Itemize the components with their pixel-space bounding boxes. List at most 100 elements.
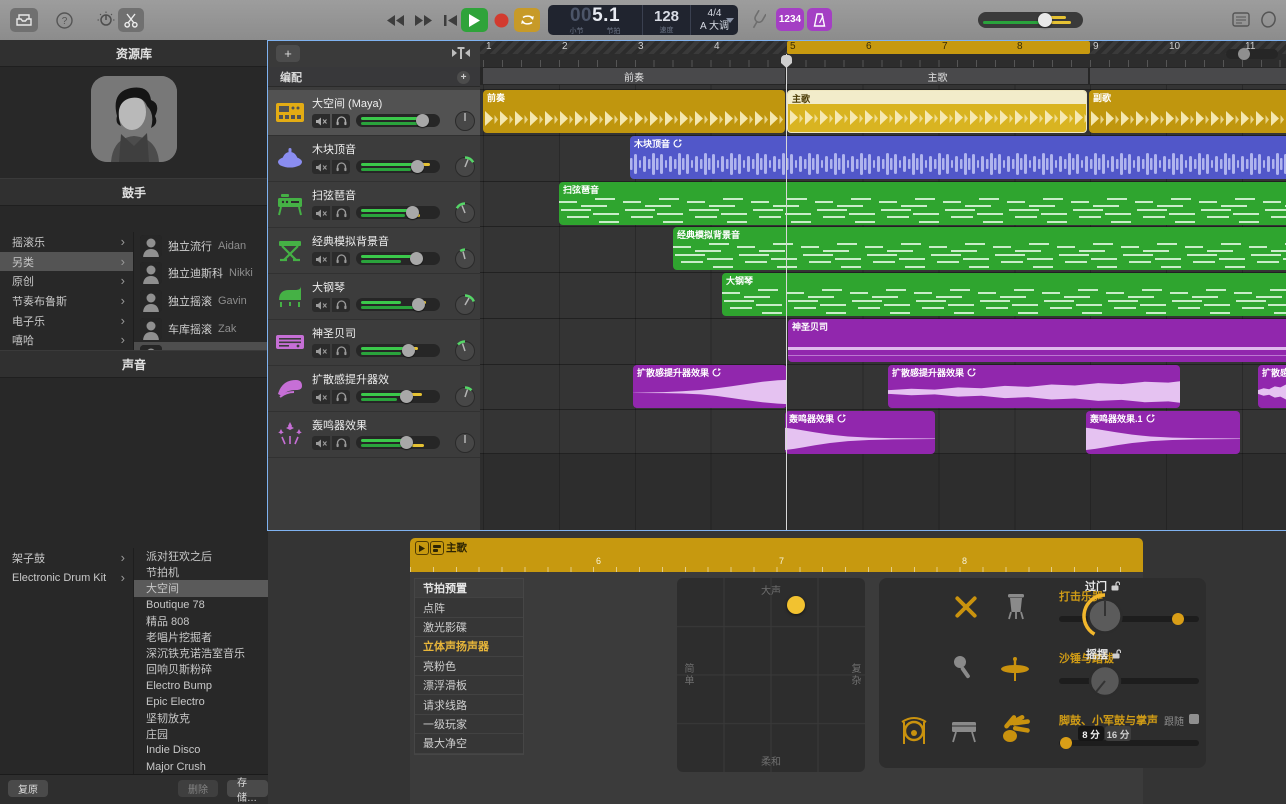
- master-volume-knob[interactable]: [1038, 13, 1052, 27]
- track-header[interactable]: 木块顶音: [268, 136, 480, 182]
- sound-preset-item[interactable]: 回响贝斯粉碎: [134, 661, 268, 677]
- add-track-button[interactable]: +: [276, 45, 300, 62]
- timeline-ruler[interactable]: 1 2 3 4 5 6 7 8 9 10 11: [480, 41, 1286, 67]
- volume-knob[interactable]: [410, 252, 423, 265]
- region-grand-piano[interactable]: 大钢琴: [722, 273, 1286, 316]
- sound-preset-item[interactable]: Major Crush: [134, 758, 268, 774]
- mute-button[interactable]: [312, 436, 330, 450]
- editor-ruler[interactable]: 6 7 8: [410, 556, 1143, 572]
- beat-preset-item[interactable]: 漂浮滑板: [415, 676, 523, 695]
- region-holy-bass[interactable]: 神圣贝司: [788, 319, 1286, 362]
- gong-icon[interactable]: [899, 716, 929, 746]
- track-volume-slider[interactable]: [356, 114, 440, 127]
- conga-icon[interactable]: [1005, 592, 1027, 620]
- sound-preset-item[interactable]: 深沉铁克诺浩室音乐: [134, 645, 268, 661]
- mute-button[interactable]: [312, 344, 330, 358]
- region-intro[interactable]: 前奏: [483, 90, 785, 133]
- beat-preset-item[interactable]: 最大净空: [415, 734, 523, 753]
- drummer-genre-item[interactable]: 原创›: [0, 271, 133, 291]
- region-boomer-1[interactable]: 轰鸣器效果.1: [1086, 411, 1240, 454]
- arrangement-section[interactable]: [1090, 68, 1286, 84]
- pan-knob[interactable]: [454, 156, 476, 178]
- solo-headphones-button[interactable]: [332, 114, 350, 128]
- sound-preset-item[interactable]: 精品 808: [134, 613, 268, 629]
- mute-button[interactable]: [312, 114, 330, 128]
- sound-preset-item[interactable]: 坚韧放克: [134, 710, 268, 726]
- fills-knob[interactable]: [1081, 592, 1129, 640]
- cycle-region[interactable]: [787, 41, 1090, 54]
- slider-knob[interactable]: [1060, 737, 1072, 749]
- drummer-genre-item[interactable]: 嘻哈›: [0, 330, 133, 350]
- lcd-chevron-down-icon[interactable]: [726, 18, 734, 23]
- editor-region-icon[interactable]: [430, 541, 444, 555]
- track-header[interactable]: 经典模拟背景音: [268, 228, 480, 274]
- track-volume-slider[interactable]: [356, 436, 440, 449]
- editors-button[interactable]: [118, 8, 144, 32]
- solo-headphones-button[interactable]: [332, 298, 350, 312]
- beat-preset-item[interactable]: 点阵: [415, 598, 523, 617]
- drummer-genre-item[interactable]: 电子乐›: [0, 311, 133, 331]
- smart-controls-button[interactable]: [94, 8, 118, 32]
- sound-preset-item[interactable]: Epic Electro: [134, 694, 268, 710]
- region-analog-pad[interactable]: 经典模拟背景音: [673, 227, 1286, 270]
- playhead[interactable]: [786, 54, 787, 530]
- beat-preset-item[interactable]: 激光影碟: [415, 618, 523, 637]
- track-volume-slider[interactable]: [356, 344, 440, 357]
- sound-preset-item[interactable]: 庄园: [134, 726, 268, 742]
- add-arrangement-marker-button[interactable]: +: [457, 71, 470, 84]
- beat-preset-item[interactable]: 亮粉色: [415, 657, 523, 676]
- track-volume-slider[interactable]: [356, 252, 440, 265]
- rate-button[interactable]: 16 分: [1105, 726, 1131, 741]
- volume-knob[interactable]: [400, 390, 413, 403]
- region-boomer[interactable]: 轰鸣器效果: [785, 411, 935, 454]
- lcd-display[interactable]: 005.1 小节节拍 128 速度 4/4 A 大调: [548, 5, 738, 35]
- sound-preset-item[interactable]: 派对狂欢之后: [134, 548, 268, 564]
- track-volume-slider[interactable]: [356, 206, 440, 219]
- beat-preset-item[interactable]: 立体声扬声器: [415, 637, 523, 656]
- arrangement-section[interactable]: 主歌: [787, 68, 1088, 84]
- mute-button[interactable]: [312, 252, 330, 266]
- xy-pad-puck[interactable]: [787, 596, 805, 614]
- track-volume-slider[interactable]: [356, 298, 440, 311]
- clap-hand-icon[interactable]: [1001, 714, 1031, 744]
- pan-knob[interactable]: [454, 386, 476, 408]
- metronome-button[interactable]: [807, 8, 832, 31]
- sound-preset-item[interactable]: Boutique 78: [134, 597, 268, 613]
- solo-headphones-button[interactable]: [332, 390, 350, 404]
- pan-knob[interactable]: [454, 248, 476, 270]
- swing-knob[interactable]: [1084, 660, 1126, 702]
- drummer-item[interactable]: 独立摇滚Gavin: [134, 287, 268, 315]
- display-mode-icon[interactable]: [1232, 12, 1250, 27]
- region-riser[interactable]: 扩散感提升器效果: [888, 365, 1180, 408]
- revert-button[interactable]: 复原: [8, 780, 48, 797]
- drummer-genre-item[interactable]: 另类›: [0, 252, 133, 272]
- beat-preset-item[interactable]: 请求线路: [415, 695, 523, 714]
- master-volume-slider[interactable]: [978, 12, 1083, 28]
- drummer-item[interactable]: 车库摇滚Zak: [134, 315, 268, 343]
- track-volume-slider[interactable]: [356, 390, 440, 403]
- cycle-button[interactable]: [514, 8, 540, 32]
- track-header[interactable]: 大空间 (Maya): [268, 90, 480, 136]
- mute-button[interactable]: [312, 390, 330, 404]
- record-button[interactable]: [491, 8, 511, 32]
- sound-preset-item[interactable]: 大空间: [134, 580, 268, 596]
- editor-region-bar[interactable]: 主歌 6 7 8: [410, 538, 1143, 572]
- solo-headphones-button[interactable]: [332, 344, 350, 358]
- pan-knob[interactable]: [454, 294, 476, 316]
- drumsticks-icon[interactable]: [953, 594, 979, 620]
- region-chorus[interactable]: 副歌: [1089, 90, 1286, 133]
- drummer-item[interactable]: 独立迪斯科Nikki: [134, 260, 268, 288]
- count-in-button[interactable]: 1234: [776, 8, 804, 31]
- kit-item[interactable]: Electronic Drum Kit›: [0, 568, 133, 588]
- volume-knob[interactable]: [412, 298, 425, 311]
- drummer-genre-item[interactable]: 节奏布鲁斯›: [0, 291, 133, 311]
- mute-button[interactable]: [312, 160, 330, 174]
- region-strum-arp[interactable]: 扫弦琶音: [559, 182, 1286, 225]
- pan-knob[interactable]: [454, 432, 476, 454]
- snare-drum-icon[interactable]: [949, 718, 979, 744]
- sound-preset-item[interactable]: 老唱片挖掘者: [134, 629, 268, 645]
- beat-preset-item[interactable]: 一级玩家: [415, 715, 523, 734]
- track-volume-slider[interactable]: [356, 160, 440, 173]
- drummer-genre-item[interactable]: 摇滚乐›: [0, 232, 133, 252]
- mute-button[interactable]: [312, 206, 330, 220]
